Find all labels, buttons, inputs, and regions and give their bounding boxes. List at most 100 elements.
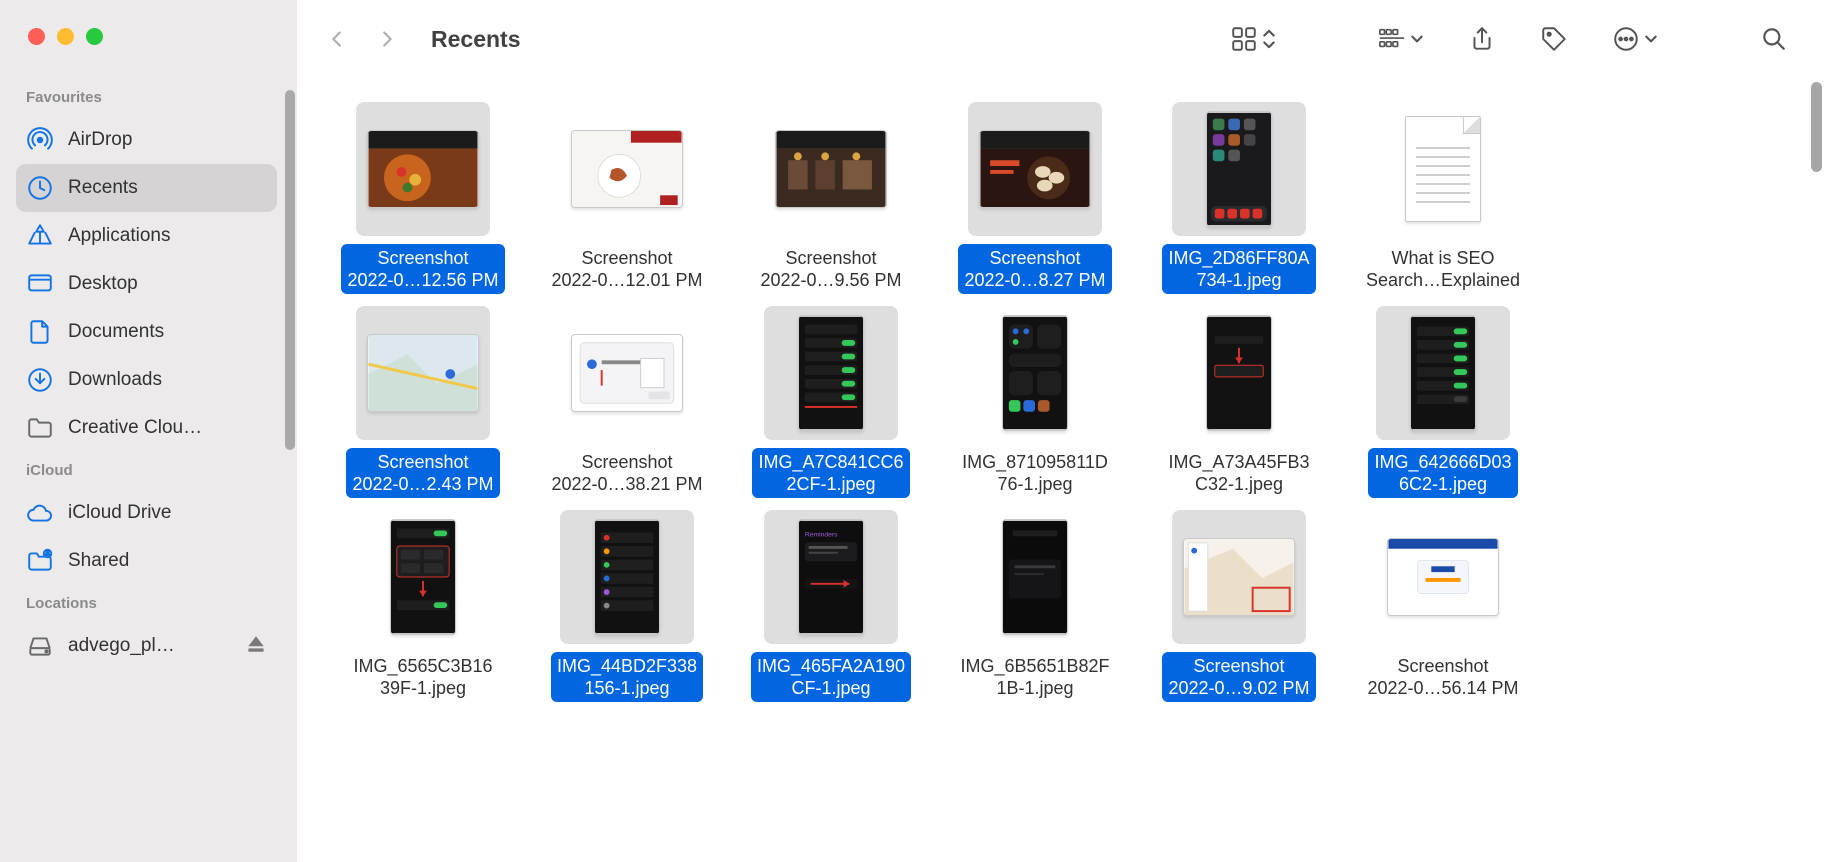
file-label: IMG_2D86FF80A734-1.jpeg	[1162, 244, 1315, 294]
sidebar-item-label: Shared	[68, 550, 267, 572]
file-item[interactable]: IMG_6565C3B1639F-1.jpeg	[321, 510, 525, 702]
file-label: Screenshot2022-0…9.56 PM	[754, 244, 907, 294]
close-window-button[interactable]	[28, 28, 45, 45]
sidebar-section-title: Favourites	[0, 79, 293, 116]
file-item[interactable]: IMG_A7C841CC62CF-1.jpeg	[729, 306, 933, 498]
sidebar-item-apps[interactable]: Applications	[16, 212, 277, 260]
file-thumbnail	[356, 306, 490, 440]
sidebar-item-airdrop[interactable]: AirDrop	[16, 116, 277, 164]
recents-icon	[26, 174, 54, 202]
sidebar-item-desktop[interactable]: Desktop	[16, 260, 277, 308]
share-button[interactable]	[1460, 17, 1504, 61]
sidebar-list[interactable]: FavouritesAirDrop Recents Applications Desk…	[0, 79, 297, 862]
action-button[interactable]	[1604, 17, 1666, 61]
view-icons-button[interactable]	[1222, 17, 1284, 61]
file-thumbnail	[1172, 306, 1306, 440]
window-controls	[0, 28, 297, 79]
sidebar-item-recents[interactable]: Recents	[16, 164, 277, 212]
file-label: IMG_44BD2F338156-1.jpeg	[551, 652, 703, 702]
forward-button[interactable]	[365, 17, 409, 61]
file-label: Screenshot2022-0…12.56 PM	[341, 244, 504, 294]
file-label: Screenshot2022-0…56.14 PM	[1361, 652, 1524, 702]
file-label: Screenshot2022-0…2.43 PM	[346, 448, 499, 498]
file-thumbnail: Reminders	[764, 510, 898, 644]
svg-text:Reminders: Reminders	[805, 531, 838, 538]
file-item[interactable]: IMG_642666D036C2-1.jpeg	[1341, 306, 1545, 498]
file-grid-container[interactable]: Screenshot2022-0…12.56 PM Screenshot2022-…	[297, 78, 1826, 862]
file-thumbnail	[1376, 102, 1510, 236]
tags-button[interactable]	[1532, 17, 1576, 61]
group-button[interactable]	[1370, 17, 1432, 61]
file-label: IMG_A73A45FB3C32-1.jpeg	[1162, 448, 1315, 498]
file-item[interactable]: Screenshot2022-0…9.02 PM	[1137, 510, 1341, 702]
main-pane: Recents Scre	[297, 0, 1826, 862]
sidebar-item-label: iCloud Drive	[68, 502, 267, 524]
file-thumbnail	[560, 102, 694, 236]
file-item[interactable]: IMG_871095811D76-1.jpeg	[933, 306, 1137, 498]
file-item[interactable]: What is SEOSearch…Explained	[1341, 102, 1545, 294]
toolbar: Recents	[297, 0, 1826, 78]
sidebar-item-label: Creative Clou…	[68, 417, 267, 439]
sidebar: FavouritesAirDrop Recents Applications Desk…	[0, 0, 297, 862]
file-item[interactable]: Screenshot2022-0…2.43 PM	[321, 306, 525, 498]
file-label: IMG_465FA2A190CF-1.jpeg	[751, 652, 911, 702]
sidebar-item-folder[interactable]: Creative Clou…	[16, 404, 277, 452]
eject-icon[interactable]	[245, 633, 267, 660]
file-item[interactable]: Screenshot2022-0…9.56 PM	[729, 102, 933, 294]
disk-icon	[26, 632, 54, 660]
file-thumbnail	[1172, 102, 1306, 236]
back-button[interactable]	[315, 17, 359, 61]
sidebar-item-label: Applications	[68, 225, 267, 247]
file-item[interactable]: Screenshot2022-0…8.27 PM	[933, 102, 1137, 294]
file-label: IMG_642666D036C2-1.jpeg	[1368, 448, 1517, 498]
window-title: Recents	[431, 26, 520, 53]
file-grid: Screenshot2022-0…12.56 PM Screenshot2022-…	[297, 78, 1826, 714]
documents-icon	[26, 318, 54, 346]
file-thumbnail	[356, 510, 490, 644]
apps-icon	[26, 222, 54, 250]
sidebar-item-disk[interactable]: advego_pl…	[16, 622, 277, 670]
sidebar-section-title: Locations	[0, 585, 293, 622]
file-item[interactable]: Screenshot2022-0…12.01 PM	[525, 102, 729, 294]
content-scrollbar-thumb[interactable]	[1811, 82, 1822, 172]
shared-icon	[26, 547, 54, 575]
sidebar-item-documents[interactable]: Documents	[16, 308, 277, 356]
file-label: IMG_871095811D76-1.jpeg	[956, 448, 1114, 498]
sidebar-section-title: iCloud	[0, 452, 293, 489]
zoom-window-button[interactable]	[86, 28, 103, 45]
file-label: IMG_6B5651B82F1B-1.jpeg	[954, 652, 1115, 702]
sidebar-item-label: advego_pl…	[68, 635, 245, 657]
file-item[interactable]: IMG_2D86FF80A734-1.jpeg	[1137, 102, 1341, 294]
sidebar-item-icloud[interactable]: iCloud Drive	[16, 489, 277, 537]
folder-icon	[26, 414, 54, 442]
file-thumbnail	[764, 306, 898, 440]
minimize-window-button[interactable]	[57, 28, 74, 45]
sidebar-item-downloads[interactable]: Downloads	[16, 356, 277, 404]
sidebar-item-label: Recents	[68, 177, 267, 199]
file-label: What is SEOSearch…Explained	[1360, 244, 1526, 294]
file-item[interactable]: Screenshot2022-0…38.21 PM	[525, 306, 729, 498]
sidebar-item-label: Documents	[68, 321, 267, 343]
file-item[interactable]: IMG_6B5651B82F1B-1.jpeg	[933, 510, 1137, 702]
file-thumbnail	[968, 510, 1102, 644]
file-label: Screenshot2022-0…12.01 PM	[545, 244, 708, 294]
file-item[interactable]: Screenshot2022-0…56.14 PM	[1341, 510, 1545, 702]
file-thumbnail	[356, 102, 490, 236]
downloads-icon	[26, 366, 54, 394]
airdrop-icon	[26, 126, 54, 154]
file-thumbnail	[1376, 510, 1510, 644]
file-label: Screenshot2022-0…8.27 PM	[958, 244, 1111, 294]
search-button[interactable]	[1752, 17, 1796, 61]
file-label: Screenshot2022-0…9.02 PM	[1162, 652, 1315, 702]
file-item[interactable]: Screenshot2022-0…12.56 PM	[321, 102, 525, 294]
file-thumbnail	[1172, 510, 1306, 644]
icloud-icon	[26, 499, 54, 527]
sidebar-item-shared[interactable]: Shared	[16, 537, 277, 585]
file-item[interactable]: Reminders IMG_465FA2A190CF-1.jpeg	[729, 510, 933, 702]
file-item[interactable]: IMG_A73A45FB3C32-1.jpeg	[1137, 306, 1341, 498]
file-thumbnail	[560, 306, 694, 440]
file-thumbnail	[560, 510, 694, 644]
sidebar-scrollbar-thumb[interactable]	[285, 90, 295, 450]
file-thumbnail	[968, 102, 1102, 236]
file-item[interactable]: IMG_44BD2F338156-1.jpeg	[525, 510, 729, 702]
